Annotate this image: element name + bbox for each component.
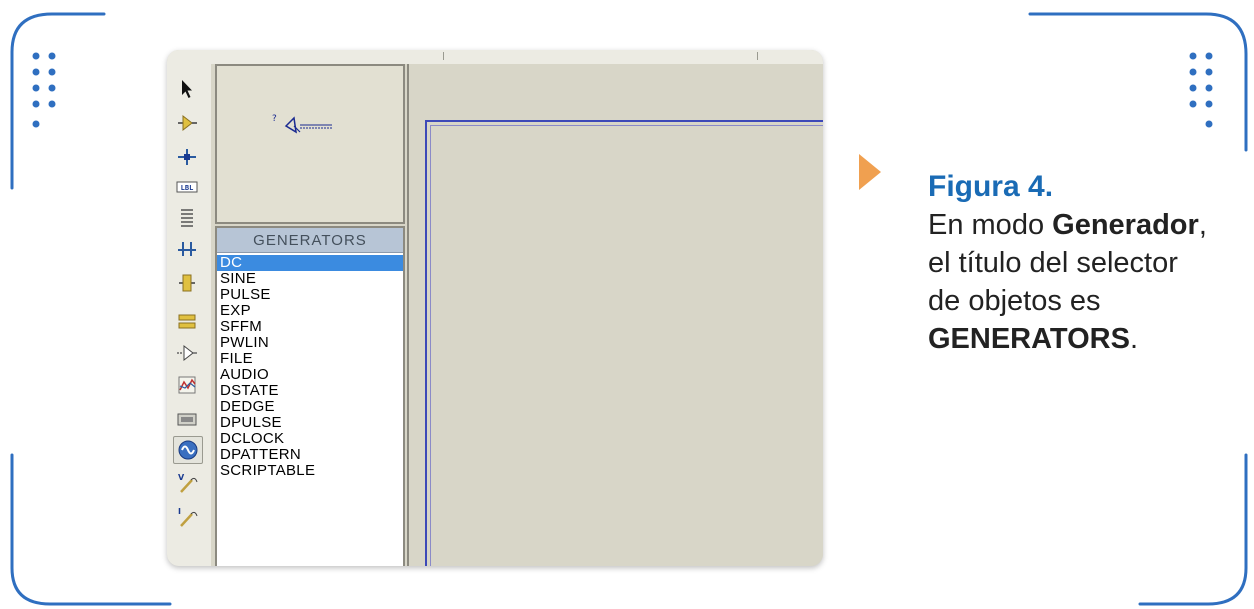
- selection-arrow-icon[interactable]: [173, 76, 201, 102]
- sheet-border: [425, 120, 823, 566]
- schematic-canvas[interactable]: [407, 64, 823, 566]
- caption-title-name: GENERATORS: [928, 323, 1130, 355]
- device-pins-icon[interactable]: [173, 340, 201, 366]
- generator-item-pulse[interactable]: PULSE: [217, 287, 403, 303]
- graph-icon[interactable]: [173, 372, 201, 398]
- current-probe-icon[interactable]: I: [173, 504, 201, 530]
- proteus-window: LBL V I ? GENERATORS DC SINE PULSE EXP S…: [167, 50, 823, 566]
- voltage-probe-icon[interactable]: V: [173, 470, 201, 496]
- junction-dot-icon[interactable]: [173, 144, 201, 170]
- mode-toolbar: LBL V I: [167, 64, 211, 566]
- generator-item-sine[interactable]: SINE: [217, 271, 403, 287]
- svg-text:V: V: [178, 473, 185, 482]
- wire-label-icon[interactable]: LBL: [173, 174, 201, 200]
- caption-mode: Generador: [1052, 209, 1199, 241]
- svg-text:?: ?: [272, 114, 277, 124]
- generator-icon[interactable]: [173, 436, 203, 464]
- bus-icon[interactable]: [173, 236, 201, 262]
- dots-top-left: [32, 52, 56, 128]
- object-selector-title: GENERATORS: [217, 228, 403, 253]
- component-icon[interactable]: [173, 110, 201, 136]
- caption-text-1: En modo: [928, 209, 1053, 241]
- generator-item-audio[interactable]: AUDIO: [217, 367, 403, 383]
- generator-item-dclock[interactable]: DCLOCK: [217, 431, 403, 447]
- generator-list: DC SINE PULSE EXP SFFM PWLIN FILE AUDIO DSTATE DE…: [217, 253, 403, 479]
- terminals-icon[interactable]: [173, 308, 201, 334]
- generator-item-dc[interactable]: DC: [217, 255, 403, 271]
- generator-item-dstate[interactable]: DSTATE: [217, 383, 403, 399]
- figure-caption: Figura 4. En modo Generador, el título d…: [928, 168, 1218, 358]
- generator-item-scriptable[interactable]: SCRIPTABLE: [217, 463, 403, 479]
- object-selector: GENERATORS DC SINE PULSE EXP SFFM PWLIN FILE AU…: [215, 226, 405, 566]
- generator-item-pwlin[interactable]: PWLIN: [217, 335, 403, 351]
- overview-preview: ?: [215, 64, 405, 224]
- generator-item-dpattern[interactable]: DPATTERN: [217, 447, 403, 463]
- generator-item-exp[interactable]: EXP: [217, 303, 403, 319]
- generator-item-dpulse[interactable]: DPULSE: [217, 415, 403, 431]
- figure-label: Figura 4.: [928, 170, 1054, 203]
- generator-item-dedge[interactable]: DEDGE: [217, 399, 403, 415]
- svg-text:LBL: LBL: [181, 184, 194, 192]
- generator-symbol-preview: ?: [272, 114, 332, 134]
- caption-end: .: [1129, 323, 1139, 355]
- top-ruler: [167, 50, 823, 64]
- svg-text:I: I: [178, 507, 181, 516]
- pointer-arrow-icon: [859, 154, 881, 190]
- text-script-icon[interactable]: [173, 204, 201, 230]
- subcircuit-icon[interactable]: [173, 270, 201, 296]
- generator-item-file[interactable]: FILE: [217, 351, 403, 367]
- generator-item-sffm[interactable]: SFFM: [217, 319, 403, 335]
- tape-recorder-icon[interactable]: [173, 406, 201, 432]
- dots-top-right: [1189, 52, 1213, 128]
